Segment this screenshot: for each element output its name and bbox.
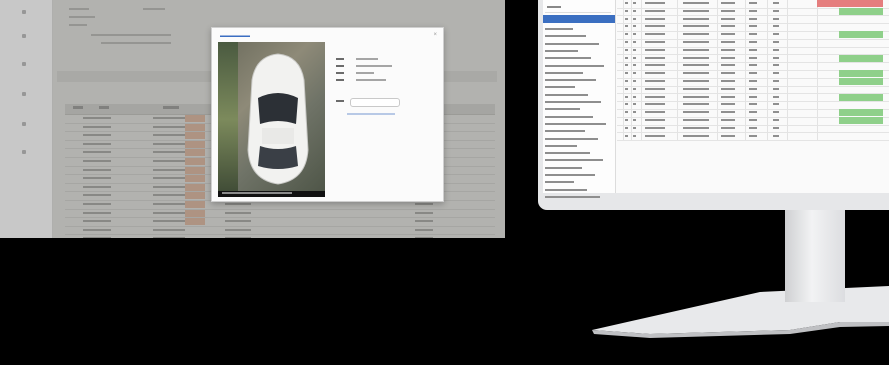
sidebar-item[interactable] [545, 79, 596, 82]
sidebar-item[interactable] [545, 86, 575, 89]
sidebar-item[interactable] [545, 159, 603, 162]
monitor-stand-neck [785, 206, 845, 302]
sidebar-item[interactable] [545, 181, 574, 184]
sidebar-item[interactable] [545, 152, 590, 155]
sidebar-item[interactable] [545, 130, 585, 133]
sidebar-item[interactable] [545, 166, 582, 169]
sidebar-item[interactable] [545, 49, 578, 52]
sidebar-item[interactable] [545, 42, 599, 45]
sidebar-item[interactable] [545, 188, 587, 191]
sidebar-item[interactable] [545, 115, 593, 118]
grid-row[interactable] [617, 133, 889, 142]
sidebar-item[interactable] [545, 35, 586, 38]
scene: ▬▬▬▬▬▬ × [0, 0, 889, 365]
sidebar-item[interactable] [545, 144, 577, 147]
right-monitor-screen [543, 0, 889, 198]
sidebar-item[interactable] [545, 101, 601, 103]
right-app-grid [617, 0, 889, 193]
right-app-sidebar [543, 0, 616, 198]
sidebar-item[interactable] [545, 71, 583, 74]
sidebar-header [545, 4, 611, 13]
sidebar-item[interactable] [545, 57, 591, 60]
sidebar-item[interactable] [545, 28, 573, 30]
sidebar-item[interactable] [545, 108, 580, 111]
sidebar-item[interactable] [545, 174, 595, 176]
sidebar-item[interactable] [545, 137, 598, 140]
right-monitor [538, 0, 889, 210]
sidebar-item[interactable] [545, 64, 604, 67]
sidebar-item[interactable] [545, 195, 600, 198]
sidebar-item[interactable] [545, 122, 606, 125]
sidebar-item[interactable] [545, 93, 588, 96]
sidebar-item-selected[interactable] [543, 15, 615, 23]
